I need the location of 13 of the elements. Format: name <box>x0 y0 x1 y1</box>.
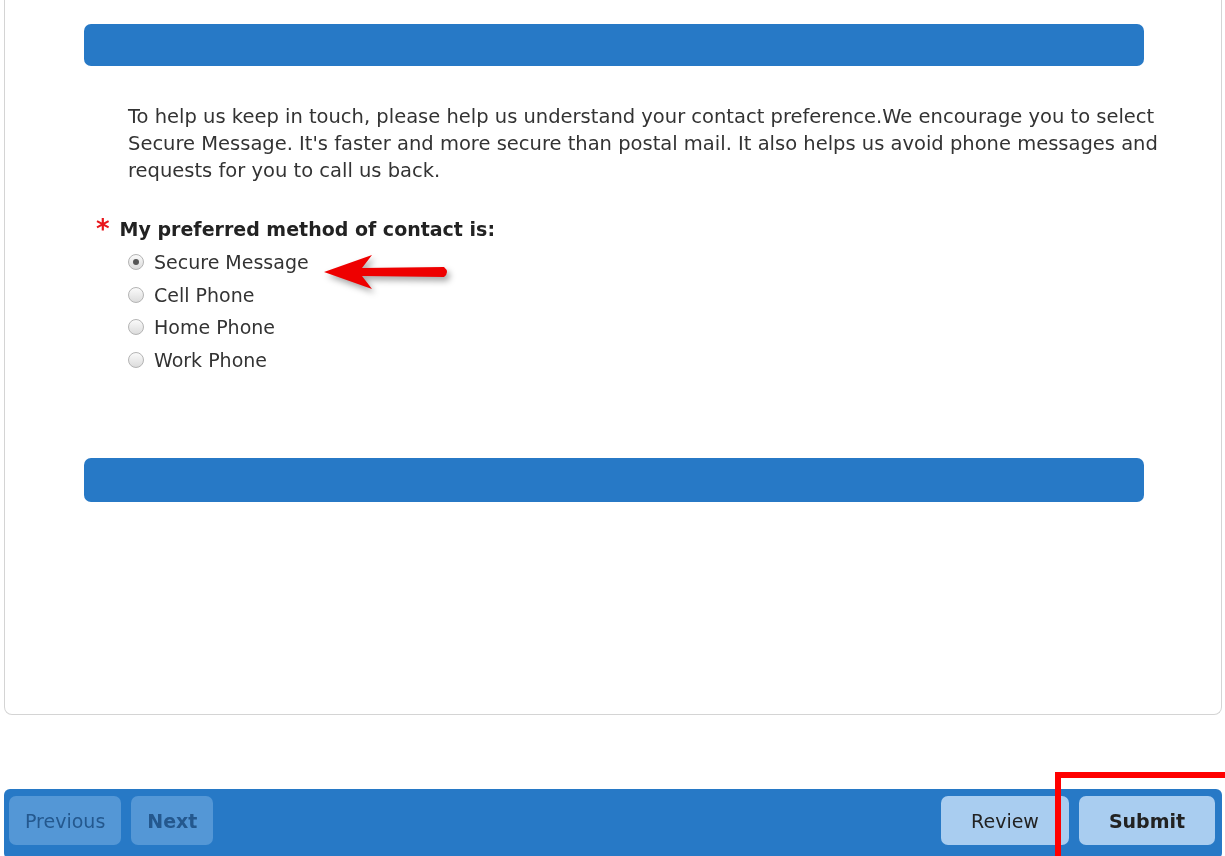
radio-button[interactable] <box>128 286 144 303</box>
radio-button[interactable] <box>128 351 144 368</box>
nav-button[interactable]: Review <box>941 796 1069 845</box>
required-mark: * <box>96 219 110 239</box>
radio-button[interactable] <box>128 254 144 271</box>
radio-button[interactable] <box>128 319 144 336</box>
option-label[interactable]: Cell Phone <box>154 283 255 306</box>
intro-paragraph: To help us keep in touch, please help us understand your contact preference.We encourage you to select Secure Message. It's faster and more secure than postal mail. It also helps us avoid phone messages and requests for you to call us back. <box>128 104 1158 184</box>
option-label[interactable]: Home Phone <box>154 316 275 339</box>
question-label: My preferred method of contact is: <box>119 218 495 240</box>
nav-button[interactable]: Submit <box>1079 796 1215 845</box>
option-label[interactable]: Work Phone <box>154 348 267 371</box>
option-label[interactable]: Secure Message <box>154 251 309 274</box>
